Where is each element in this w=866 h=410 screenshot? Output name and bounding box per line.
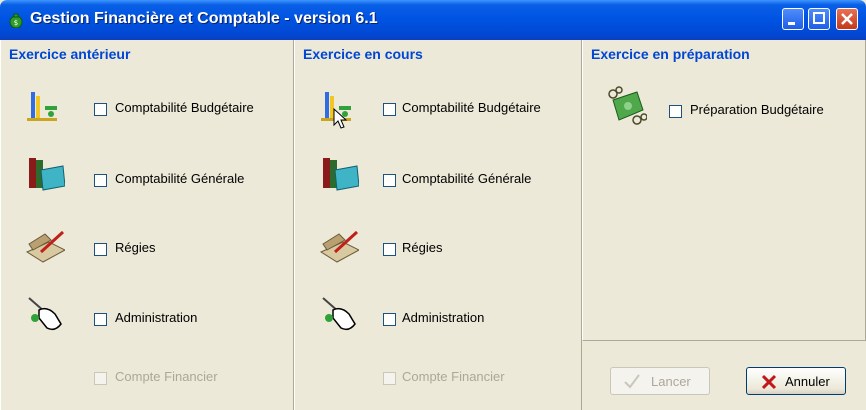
checkbox[interactable] bbox=[94, 313, 107, 326]
window-title: Gestion Financière et Comptable - versio… bbox=[30, 10, 378, 27]
option-administration[interactable]: Administration bbox=[1, 294, 291, 331]
option-budget-accounting[interactable]: Comptabilité Budgétaire bbox=[295, 86, 579, 129]
checkbox[interactable] bbox=[383, 243, 396, 256]
option-budget-preparation[interactable]: Préparation Budgétaire bbox=[583, 86, 863, 125]
option-general-accounting[interactable]: Comptabilité Générale bbox=[1, 154, 291, 191]
section-current-year: Exercice en cours Comptabilité Budgétair… bbox=[294, 40, 582, 410]
checkbox[interactable] bbox=[94, 174, 107, 187]
quill-book-icon bbox=[319, 230, 359, 263]
checkbox[interactable] bbox=[383, 313, 396, 326]
checkbox[interactable] bbox=[669, 105, 682, 118]
title-bar[interactable]: $ Gestion Financière et Comptable - vers… bbox=[0, 0, 866, 40]
cancel-button[interactable]: Annuler bbox=[746, 367, 846, 395]
ledger-books-icon bbox=[29, 158, 65, 191]
checkbox[interactable] bbox=[383, 103, 396, 116]
option-label: Préparation Budgétaire bbox=[690, 102, 824, 117]
option-label: Administration bbox=[402, 310, 485, 325]
option-label: Comptabilité Générale bbox=[402, 171, 532, 186]
option-label: Administration bbox=[115, 310, 198, 325]
banknotes-coins-icon bbox=[608, 86, 647, 125]
mouse-cursor-icon bbox=[333, 108, 348, 129]
section-header: Exercice en préparation bbox=[591, 46, 750, 62]
maximize-icon bbox=[813, 12, 825, 24]
checkbox bbox=[94, 372, 107, 385]
option-label: Compte Financier bbox=[402, 369, 505, 384]
checkbox[interactable] bbox=[383, 174, 396, 187]
checkmark-icon bbox=[624, 374, 640, 389]
section-header: Exercice antérieur bbox=[9, 46, 131, 62]
option-label: Comptabilité Budgétaire bbox=[115, 100, 254, 115]
close-button[interactable] bbox=[836, 8, 858, 30]
close-icon bbox=[841, 13, 853, 25]
option-label: Comptabilité Générale bbox=[115, 171, 245, 186]
application-window: $ Gestion Financière et Comptable - vers… bbox=[0, 0, 866, 410]
option-regies[interactable]: Régies bbox=[295, 224, 579, 263]
launch-button-label: Lancer bbox=[651, 374, 691, 389]
cross-icon bbox=[761, 374, 777, 390]
quill-book-icon bbox=[25, 230, 65, 263]
option-label: Régies bbox=[115, 240, 156, 255]
option-general-accounting[interactable]: Comptabilité Générale bbox=[295, 154, 579, 191]
cancel-button-label: Annuler bbox=[785, 374, 830, 389]
option-financial-account: Compte Financier bbox=[1, 366, 291, 400]
launch-button[interactable]: Lancer bbox=[610, 367, 710, 395]
option-label: Compte Financier bbox=[115, 369, 218, 384]
hand-pointer-icon bbox=[322, 297, 356, 331]
maximize-button[interactable] bbox=[808, 8, 830, 30]
minimize-icon bbox=[788, 22, 795, 25]
money-bag-icon: $ bbox=[9, 13, 23, 28]
ledger-books-icon bbox=[323, 158, 359, 191]
option-label: Comptabilité Budgétaire bbox=[402, 100, 541, 115]
option-label: Régies bbox=[402, 240, 443, 255]
checkbox[interactable] bbox=[94, 243, 107, 256]
option-budget-accounting[interactable]: Comptabilité Budgétaire bbox=[1, 86, 291, 121]
checkbox bbox=[383, 372, 396, 385]
option-regies[interactable]: Régies bbox=[1, 224, 291, 263]
section-preparation-year: Exercice en préparation Préparation Budg… bbox=[582, 40, 866, 341]
budget-scale-icon bbox=[27, 92, 57, 121]
minimize-button[interactable] bbox=[782, 8, 804, 30]
section-header: Exercice en cours bbox=[303, 46, 423, 62]
svg-text:$: $ bbox=[14, 19, 18, 27]
hand-pointer-icon bbox=[28, 297, 62, 331]
section-previous-year: Exercice antérieur Comptabilité Budgétai… bbox=[0, 40, 294, 410]
option-administration[interactable]: Administration bbox=[295, 294, 579, 331]
checkbox[interactable] bbox=[94, 103, 107, 116]
option-financial-account: Compte Financier bbox=[295, 366, 579, 400]
